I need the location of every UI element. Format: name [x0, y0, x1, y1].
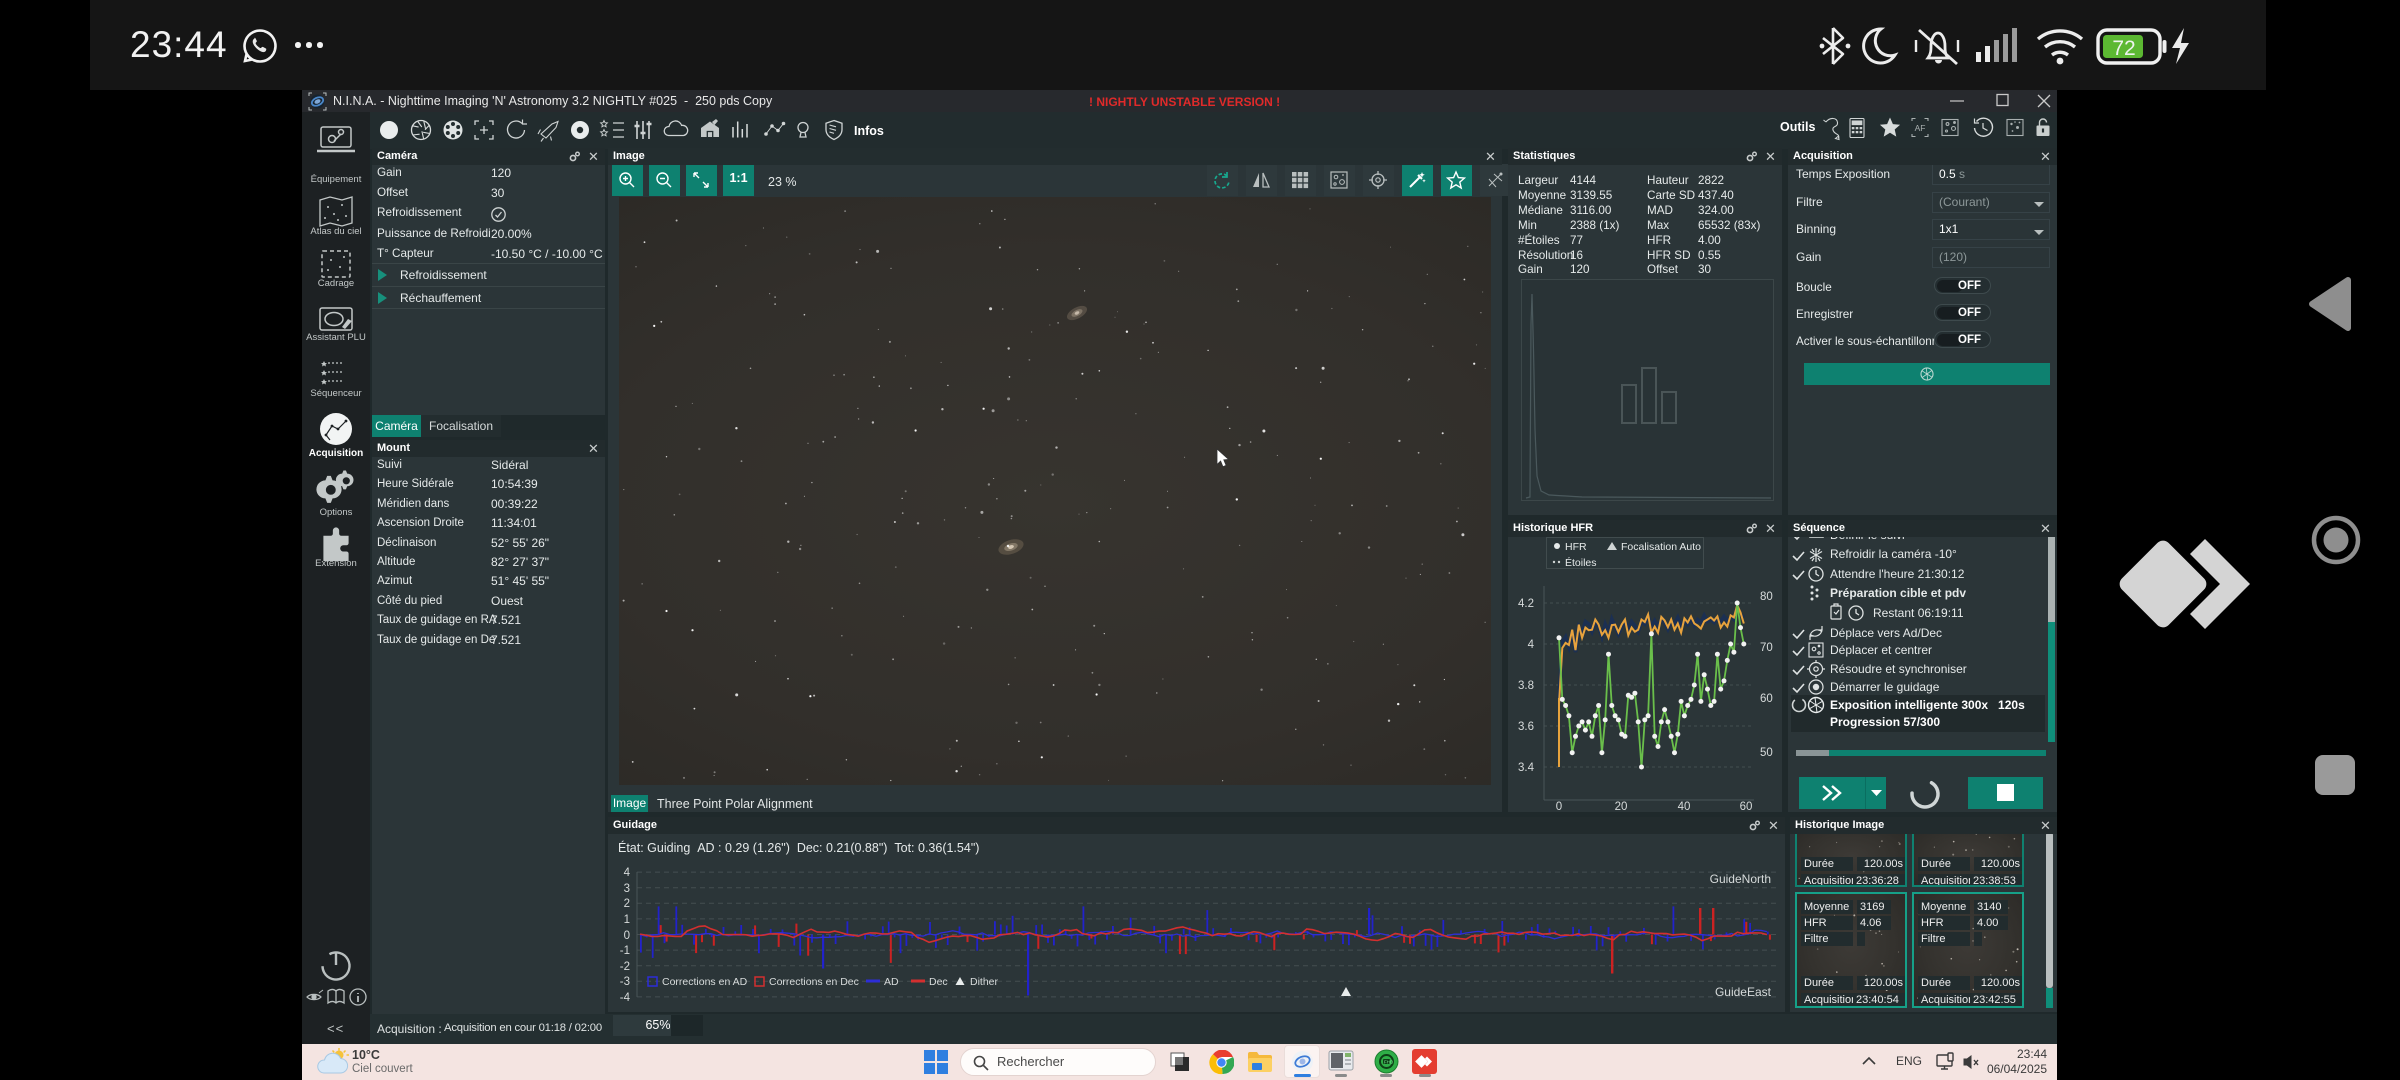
svg-text:Refroidir la caméra -10°: Refroidir la caméra -10° — [1830, 547, 1957, 561]
svg-text:40: 40 — [1678, 801, 1691, 812]
svg-text:0: 0 — [624, 930, 630, 942]
svg-text:Étoiles: Étoiles — [1565, 556, 1597, 569]
svg-text:3.6: 3.6 — [1518, 721, 1534, 733]
svg-text:Progression 57/300: Progression 57/300 — [1830, 715, 1940, 729]
svg-text:-3: -3 — [620, 976, 630, 988]
svg-text:20: 20 — [1615, 801, 1628, 812]
svg-text:Dec: Dec — [929, 976, 948, 988]
svg-text:Attendre l'heure 21:30:12: Attendre l'heure 21:30:12 — [1830, 567, 1965, 581]
svg-text:Dither: Dither — [970, 976, 999, 988]
svg-text:Exposition intelligente 300x: Exposition intelligente 300x 120s — [1830, 698, 2025, 712]
svg-text:AF: AF — [1915, 123, 1926, 133]
svg-text:60: 60 — [1760, 693, 1773, 705]
svg-text:4: 4 — [1528, 639, 1535, 651]
svg-text:72: 72 — [2112, 37, 2135, 60]
svg-text:Démarrer le guidage: Démarrer le guidage — [1830, 680, 1940, 694]
svg-text:3.4: 3.4 — [1518, 762, 1535, 774]
svg-text:FHD: FHD — [1384, 1060, 1394, 1065]
svg-text:60: 60 — [1740, 801, 1753, 812]
svg-text:GuideNorth: GuideNorth — [1710, 872, 1771, 886]
svg-text:70: 70 — [1760, 642, 1773, 654]
svg-text:HFR: HFR — [1565, 541, 1587, 553]
svg-text:50: 50 — [1760, 747, 1773, 759]
svg-text:-4: -4 — [620, 992, 631, 1004]
svg-text:AD: AD — [884, 976, 899, 988]
svg-text:1: 1 — [624, 914, 630, 926]
svg-text:-1: -1 — [620, 945, 630, 957]
svg-text:Résoudre et synchroniser: Résoudre et synchroniser — [1830, 662, 1967, 676]
svg-text:80: 80 — [1760, 591, 1773, 603]
svg-text:4: 4 — [624, 867, 631, 879]
svg-text:3.8: 3.8 — [1518, 680, 1534, 692]
svg-text:Corrections en Dec: Corrections en Dec — [769, 976, 859, 988]
svg-text:Infos: Infos — [854, 124, 884, 138]
svg-text:Préparation cible et pdv: Préparation cible et pdv — [1830, 586, 1966, 600]
svg-text:GuideEast: GuideEast — [1715, 985, 1772, 999]
svg-text:4.2: 4.2 — [1518, 598, 1534, 610]
svg-text:Focalisation Auto: Focalisation Auto — [1621, 541, 1701, 553]
svg-text:Corrections en AD: Corrections en AD — [662, 976, 748, 988]
svg-text:Restant 06:19:11: Restant 06:19:11 — [1873, 606, 1964, 620]
svg-text:-2: -2 — [620, 961, 630, 973]
svg-text:Déplace vers Ad/Dec: Déplace vers Ad/Dec — [1830, 626, 1942, 640]
svg-text:3: 3 — [624, 883, 630, 895]
svg-text:0: 0 — [1556, 801, 1562, 812]
svg-text:2: 2 — [624, 898, 630, 910]
svg-text:Déplacer et centrer: Déplacer et centrer — [1830, 643, 1932, 657]
